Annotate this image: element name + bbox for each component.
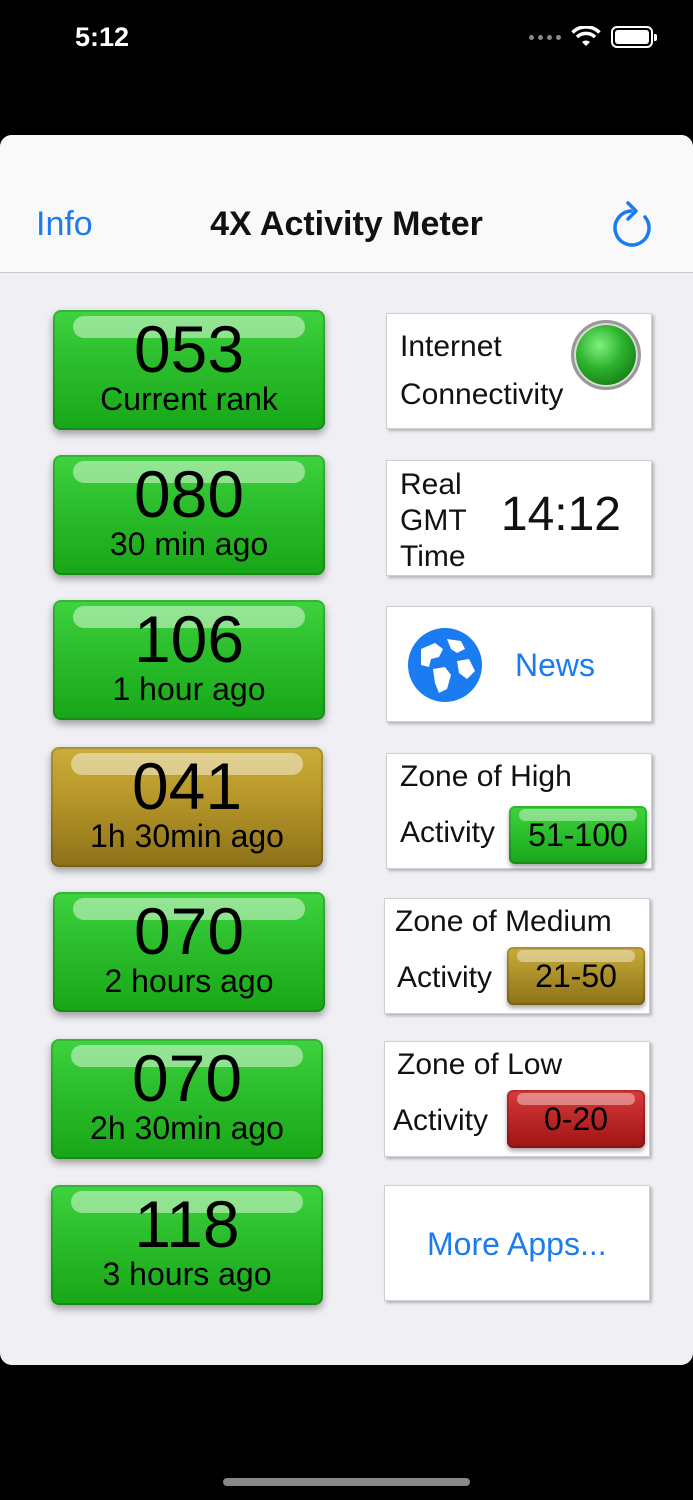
globe-icon	[408, 628, 482, 702]
zone-medium-label: Zone of Medium	[395, 905, 612, 938]
rank-value: 080	[133, 457, 245, 531]
news-button[interactable]: News	[386, 606, 652, 722]
more-apps-button[interactable]: More Apps...	[384, 1185, 650, 1301]
status-icons	[529, 26, 657, 48]
gmt-time-value: 14:12	[500, 488, 621, 541]
internet-label: Internet	[400, 330, 502, 363]
refresh-icon[interactable]	[611, 197, 657, 249]
battery-icon	[611, 26, 657, 48]
rank-value: 070	[133, 894, 245, 968]
status-time: 5:12	[75, 22, 130, 52]
rank-tile-1h30: 041 1h 30min ago	[51, 747, 323, 867]
rank-value: 041	[131, 749, 243, 823]
connection-status-icon	[571, 320, 641, 390]
rank-label: 1 hour ago	[112, 671, 266, 707]
rank-tile-current: 053 Current rank	[53, 310, 325, 430]
wifi-icon	[571, 26, 601, 46]
rank-tile-3hours: 118 3 hours ago	[51, 1185, 323, 1305]
rank-label: Current rank	[100, 381, 278, 417]
connectivity-label: Connectivity	[400, 378, 564, 411]
zone-medium-range: 21-50	[507, 947, 645, 1005]
rank-tile-2h30: 070 2h 30min ago	[51, 1039, 323, 1159]
page-title: 4X Activity Meter	[210, 205, 483, 243]
zone-medium-activity: Activity	[397, 961, 493, 994]
zone-low-range-text: 0-20	[543, 1101, 609, 1137]
rank-label: 2 hours ago	[104, 963, 274, 999]
rank-tile-2hours: 070 2 hours ago	[53, 892, 325, 1012]
rank-value: 070	[131, 1041, 243, 1115]
more-apps-label: More Apps...	[427, 1226, 607, 1262]
rank-label: 1h 30min ago	[90, 818, 284, 854]
zone-high-card: Zone of High Activity 51-100	[386, 753, 652, 869]
zone-low-label: Zone of Low	[397, 1048, 563, 1081]
news-label: News	[515, 647, 596, 683]
gmt-label-line3: Time	[400, 540, 466, 573]
rank-tile-1hour: 106 1 hour ago	[53, 600, 325, 720]
rank-label: 3 hours ago	[102, 1256, 272, 1292]
zone-high-range-text: 51-100	[528, 817, 628, 853]
rank-tile-30min: 080 30 min ago	[53, 455, 325, 575]
zone-low-activity: Activity	[393, 1104, 489, 1137]
internet-connectivity-card: Internet Connectivity	[386, 313, 652, 429]
zone-medium-card: Zone of Medium Activity 21-50	[384, 898, 650, 1014]
signal-icon	[529, 34, 561, 40]
rank-value: 053	[133, 312, 245, 386]
zone-high-label: Zone of High	[400, 760, 572, 793]
zone-low-card: Zone of Low Activity 0-20	[384, 1041, 650, 1157]
navigation-bar: Info 4X Activity Meter	[0, 135, 693, 273]
home-indicator[interactable]	[223, 1478, 470, 1486]
gmt-label-line1: Real	[400, 468, 462, 501]
gmt-time-card: Real GMT Time 14:12	[386, 460, 652, 576]
status-bar: 5:12	[0, 0, 693, 90]
gmt-label: Real GMT Time	[400, 467, 467, 575]
zone-low-range: 0-20	[507, 1090, 645, 1148]
rank-label: 30 min ago	[109, 526, 269, 562]
zone-high-activity: Activity	[400, 816, 496, 849]
zone-medium-range-text: 21-50	[535, 958, 617, 994]
zone-high-range: 51-100	[509, 806, 647, 864]
rank-label: 2h 30min ago	[90, 1110, 284, 1146]
main-sheet: Info 4X Activity Meter 053 Current rank …	[0, 135, 693, 1365]
rank-value: 106	[133, 602, 245, 676]
gmt-label-line2: GMT	[400, 504, 467, 537]
rank-value: 118	[134, 1187, 240, 1261]
